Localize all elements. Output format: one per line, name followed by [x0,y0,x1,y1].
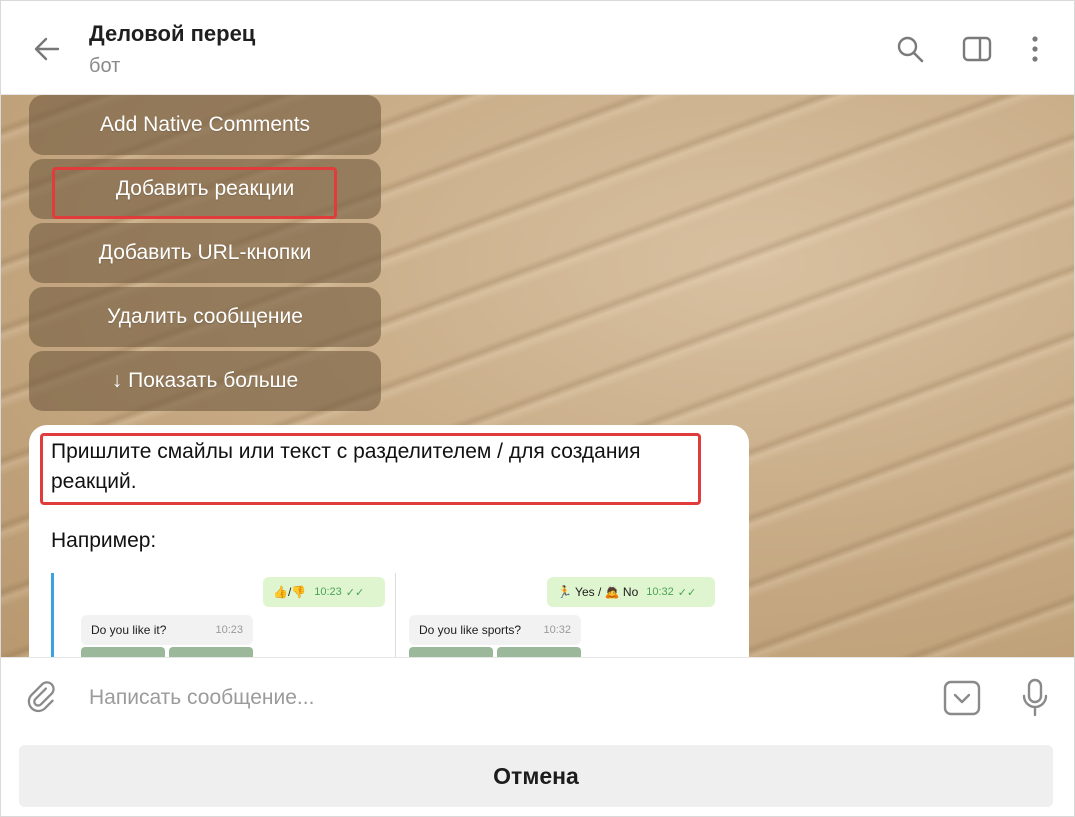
preview-divider [395,573,396,657]
kb-button-show-more[interactable]: ↓ Показать больше [29,351,381,411]
bot-keyboard-toggle-icon[interactable] [941,678,983,718]
chat-area: Add Native Comments Добавить реакции Доб… [1,95,1074,657]
search-icon[interactable] [890,29,930,69]
kb-button-add-native-comments[interactable]: Add Native Comments [29,95,381,155]
chat-title: Деловой перец [89,21,256,46]
example-outgoing-message-right: 🏃 Yes / 🙇 No 10:32 ✓✓ [547,577,715,607]
message-text: Пришлите смайлы или текст с разделителем… [51,440,641,493]
kb-button-add-url-buttons[interactable]: Добавить URL-кнопки [29,223,381,283]
message-composer [1,657,1074,737]
example-outgoing-message-left: 👍/👎 10:23 ✓✓ [263,577,385,607]
message-input[interactable] [89,678,909,718]
example-in-text-right: Do you like sports? [419,623,522,637]
example-out-time-left: 10:23 [314,586,342,598]
more-vertical-icon[interactable] [1015,29,1055,69]
example-out-time-right: 10:32 [646,586,674,598]
bot-message-bubble: Пришлите смайлы или текст с разделителем… [29,425,749,657]
example-out-text-left: 👍/👎 [273,585,307,599]
double-check-icon: ✓✓ [677,586,697,599]
back-arrow-icon[interactable] [27,29,67,69]
example-in-time-left: 10:23 [215,624,243,636]
cancel-button[interactable]: Отмена [19,745,1053,807]
example-in-text-left: Do you like it? [91,623,167,637]
example-reaction-button [497,647,581,657]
example-reaction-button [81,647,165,657]
chat-subtitle: бот [89,55,121,77]
microphone-icon[interactable] [1015,676,1055,720]
kb-button-delete-message[interactable]: Удалить сообщение [29,287,381,347]
example-incoming-message-right: Do you like sports? 10:32 [409,615,581,645]
example-preview-image: 👍/👎 10:23 ✓✓ Do you like it? 10:23 🏃 Yes… [51,573,731,657]
example-in-time-right: 10:32 [543,624,571,636]
paperclip-icon[interactable] [23,678,63,718]
example-out-text-right: 🏃 Yes / 🙇 No [557,585,639,599]
quote-bar [51,573,54,657]
telegram-window: Деловой перец бот Add Native Comments До… [0,0,1075,817]
sidebar-toggle-icon[interactable] [957,29,997,69]
double-check-icon: ✓✓ [345,586,365,599]
example-label: Например: [51,529,157,552]
kb-button-add-reactions[interactable]: Добавить реакции [29,159,381,219]
example-incoming-message-left: Do you like it? 10:23 [81,615,253,645]
example-reaction-button [409,647,493,657]
cancel-area: Отмена [1,737,1074,816]
example-reaction-button [169,647,253,657]
chat-header: Деловой перец бот [1,1,1074,95]
